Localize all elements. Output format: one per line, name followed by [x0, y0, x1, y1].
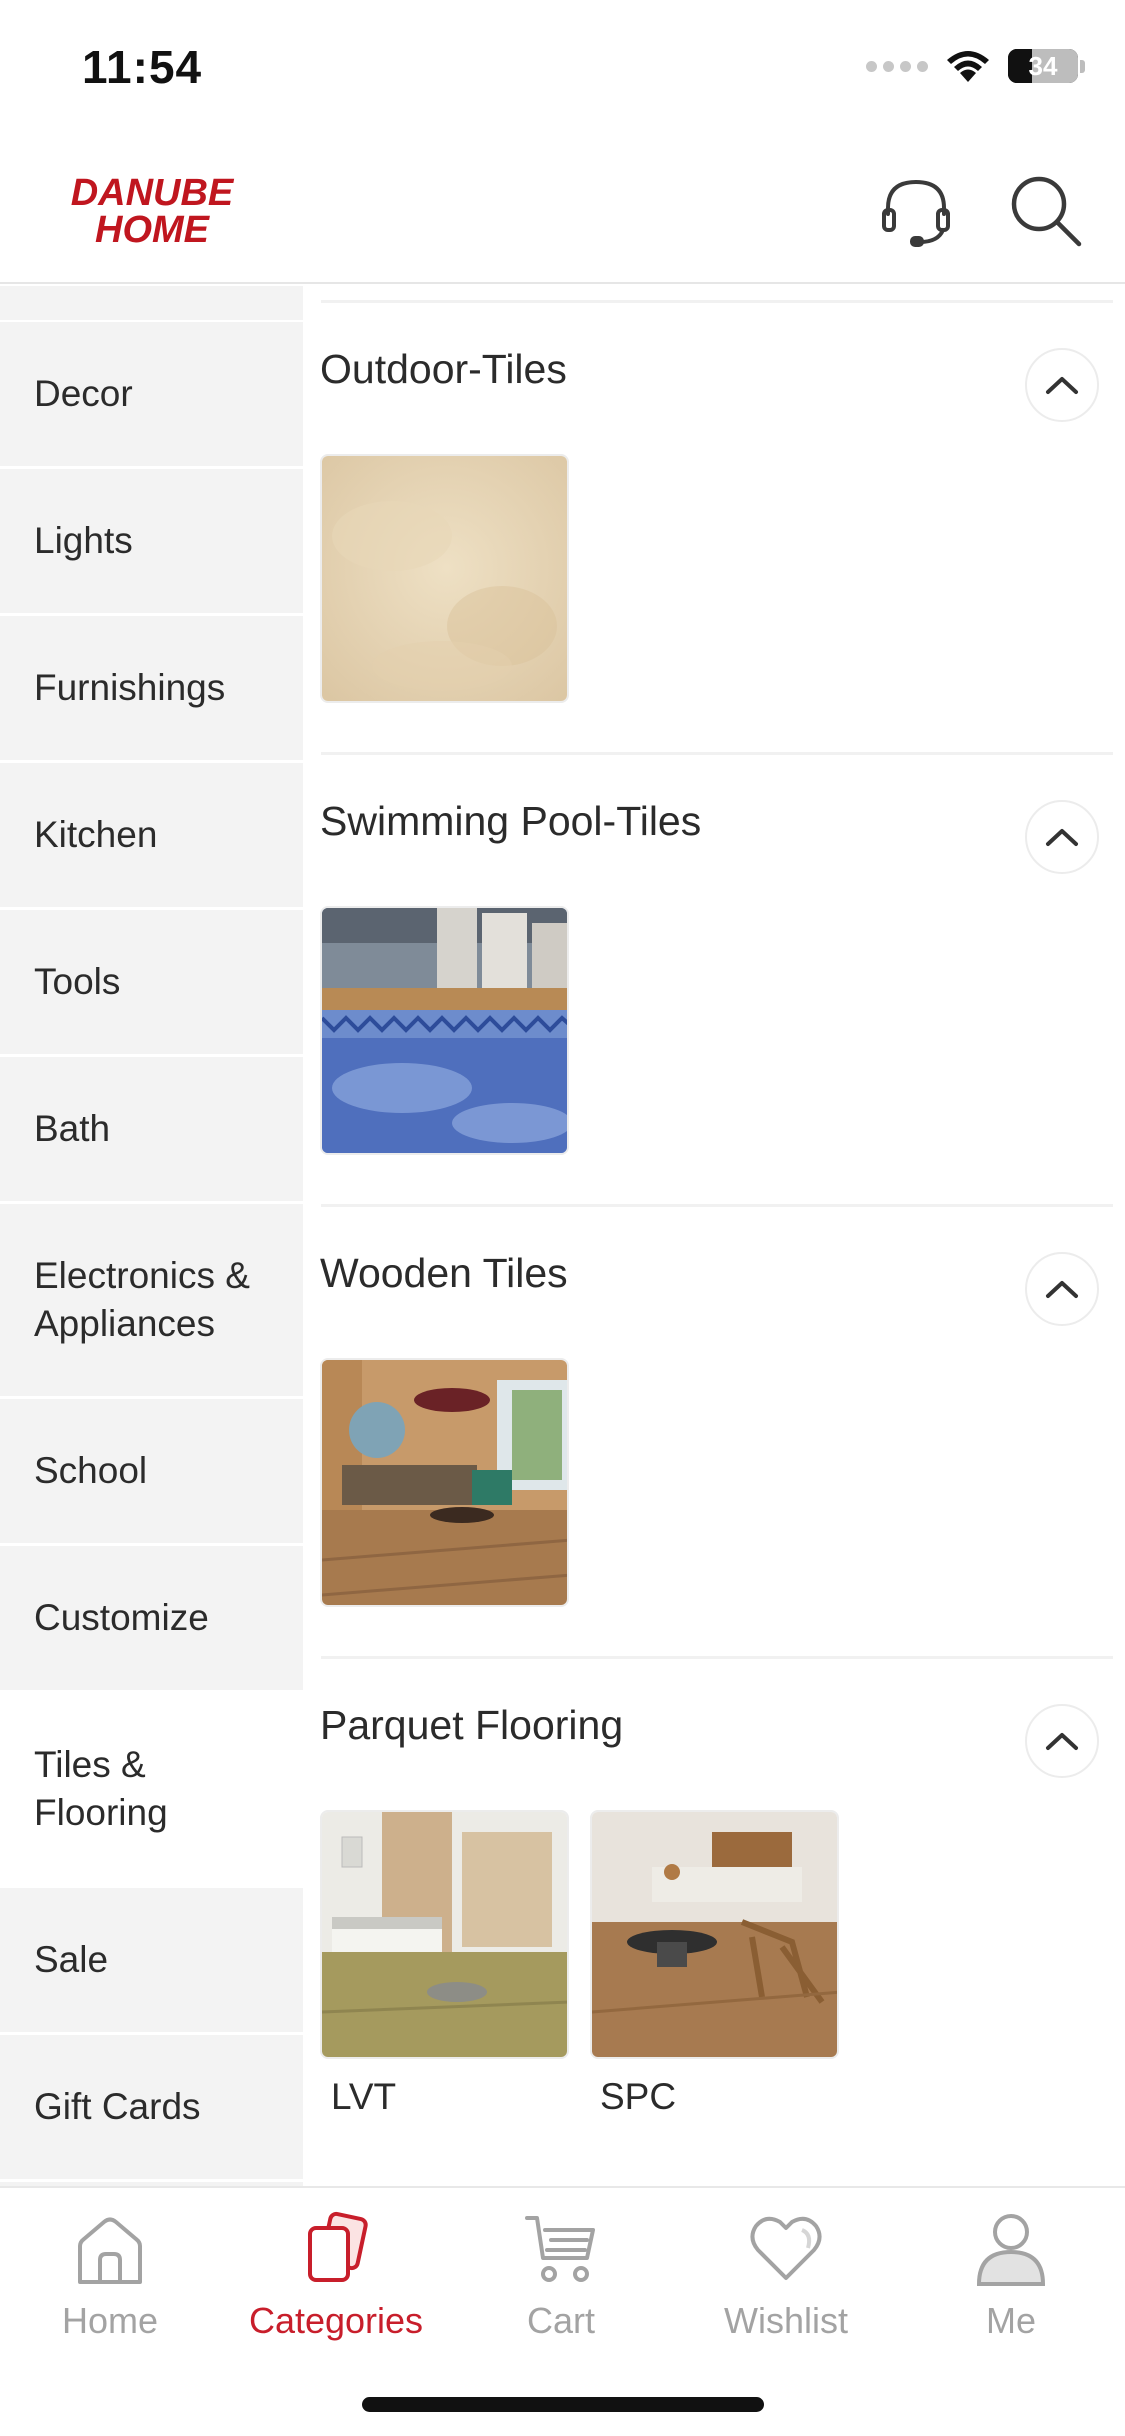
heart-icon [750, 2216, 822, 2280]
outdoor-tile-thumbnail[interactable] [320, 454, 569, 703]
sidebar-item-sale[interactable]: Sale [0, 1888, 303, 2035]
battery-level: 34 [1028, 50, 1058, 81]
collapse-button[interactable] [1025, 1704, 1099, 1778]
nav-categories-label: Categories [248, 2300, 424, 2341]
chevron-up-icon [1046, 1281, 1078, 1298]
sidebar-item-furnishings[interactable]: Furnishings [0, 616, 303, 763]
nav-home[interactable]: Home [10, 2208, 210, 2348]
spc-thumbnail[interactable] [590, 1810, 839, 2059]
sidebar-item-decor[interactable]: Decor [0, 322, 303, 469]
danube-home-logo[interactable]: DANUBE HOME [30, 172, 275, 246]
categories-icon [308, 2211, 368, 2282]
sidebar-item-tiles-flooring[interactable]: Tiles & Flooring [0, 1693, 303, 1888]
home-indicator[interactable] [362, 2397, 764, 2412]
logo-line2: HOME [95, 209, 211, 246]
headset-icon[interactable] [876, 170, 956, 250]
nav-home-label: Home [61, 2300, 159, 2341]
battery-icon: 34 [1008, 49, 1078, 83]
sidebar-item-kitchen[interactable]: Kitchen [0, 763, 303, 910]
logo-line1: DANUBE [71, 172, 235, 214]
section-title-parquet-flooring[interactable]: Parquet Flooring [320, 1702, 623, 1749]
collapse-button[interactable] [1025, 348, 1099, 422]
search-icon[interactable] [1005, 170, 1085, 250]
nav-categories[interactable]: Categories [236, 2208, 436, 2348]
nav-me-label: Me [985, 2300, 1036, 2341]
subcategory-content: Outdoor-Tiles Swimming Pool-Tiles Wooden… [303, 286, 1125, 2186]
section-title-outdoor-tiles[interactable]: Outdoor-Tiles [320, 346, 567, 393]
status-icons: 34 [866, 48, 1085, 84]
cart-icon [525, 2216, 595, 2282]
lvt-room-image [322, 1812, 567, 2057]
wooden-room-image [322, 1360, 567, 1605]
beige-tile-image [322, 456, 567, 701]
pool-tile-image [322, 908, 567, 1153]
section-title-swimming-pool-tiles[interactable]: Swimming Pool-Tiles [320, 798, 701, 845]
nav-cart-label: Cart [526, 2300, 595, 2341]
status-time: 11:54 [82, 41, 203, 93]
home-icon [78, 2217, 142, 2284]
nav-cart[interactable]: Cart [461, 2208, 661, 2348]
nav-wishlist-label: Wishlist [724, 2300, 848, 2341]
wifi-icon [947, 51, 989, 82]
collapse-button[interactable] [1025, 1252, 1099, 1326]
section-divider [321, 752, 1113, 755]
subcategory-label-lvt[interactable]: LVT [331, 2076, 396, 2118]
sidebar-item-tools[interactable]: Tools [0, 910, 303, 1057]
section-title-wooden-tiles[interactable]: Wooden Tiles [320, 1250, 568, 1297]
sidebar-item-gift-cards[interactable]: Gift Cards [0, 2035, 303, 2182]
nav-wishlist[interactable]: Wishlist [686, 2208, 886, 2348]
spc-room-image [592, 1812, 837, 2057]
sidebar-item-electronics-appliances[interactable]: Electronics & Appliances [0, 1204, 303, 1399]
section-divider [321, 1204, 1113, 1207]
sidebar-item-customize[interactable]: Customize [0, 1546, 303, 1693]
nav-me[interactable]: Me [911, 2208, 1111, 2348]
sidebar-item-bath[interactable]: Bath [0, 1057, 303, 1204]
subcategory-label-spc[interactable]: SPC [600, 2076, 676, 2118]
app-header: DANUBE HOME [0, 140, 1125, 284]
chevron-up-icon [1046, 1733, 1078, 1750]
user-icon [976, 2214, 1046, 2286]
sidebar-item-school[interactable]: School [0, 1399, 303, 1546]
swimming-pool-tile-thumbnail[interactable] [320, 906, 569, 1155]
lvt-thumbnail[interactable] [320, 1810, 569, 2059]
cellular-signal-icon [866, 60, 928, 72]
section-divider [321, 300, 1113, 303]
sidebar-item-lights[interactable]: Lights [0, 469, 303, 616]
chevron-up-icon [1046, 377, 1078, 394]
wooden-tile-thumbnail[interactable] [320, 1358, 569, 1607]
chevron-up-icon [1046, 829, 1078, 846]
category-sidebar: Decor Lights Furnishings Kitchen Tools B… [0, 286, 303, 2186]
collapse-button[interactable] [1025, 800, 1099, 874]
status-bar: 11:54 34 [0, 0, 1125, 140]
section-divider [321, 1656, 1113, 1659]
